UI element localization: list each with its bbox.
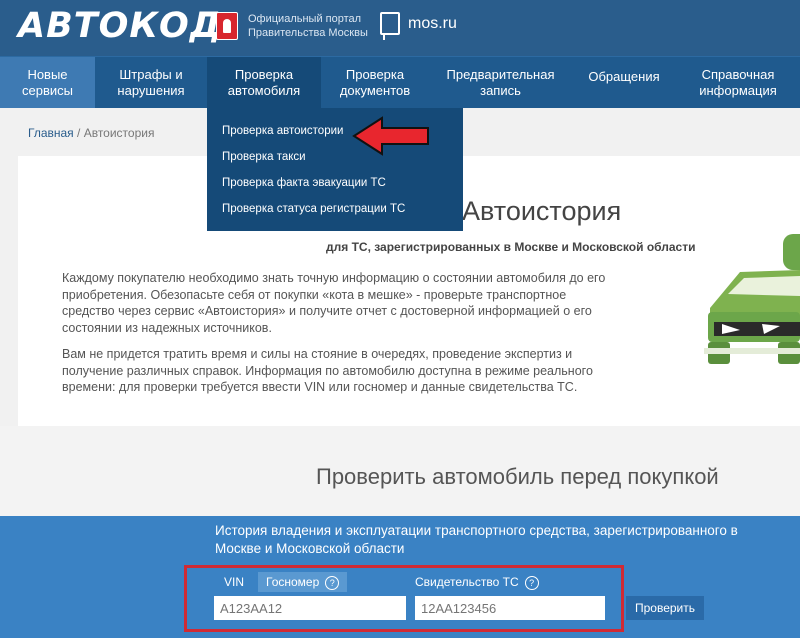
menu-item-taxi[interactable]: Проверка такси <box>222 151 306 163</box>
help-icon[interactable]: ? <box>325 575 340 590</box>
menu-item-registration-status[interactable]: Проверка статуса регистрации ТС <box>222 203 405 215</box>
nav-label: Справочная <box>701 67 775 82</box>
breadcrumb-separator: / <box>73 126 84 140</box>
mos-ru-link[interactable]: mos.ru <box>408 15 457 33</box>
check-button[interactable]: Проверить <box>626 596 704 620</box>
nav-label: Штрафы и <box>119 67 183 82</box>
intro-paragraph-1: Каждому покупателю необходимо знать точн… <box>62 271 606 335</box>
portal-line-2: Правительства Москвы <box>248 27 368 39</box>
menu-item-evacuation[interactable]: Проверка факта эвакуации ТС <box>222 177 386 189</box>
nav-label: информация <box>699 83 777 98</box>
help-icon[interactable]: ? <box>524 575 539 590</box>
car-illustration <box>704 270 800 364</box>
breadcrumb-home[interactable]: Главная <box>28 126 74 140</box>
nav-label: запись <box>480 83 521 98</box>
label-certificate: Свидетельство ТС? <box>415 572 539 592</box>
tab-gosnomer-label: Госномер <box>266 575 320 589</box>
breadcrumb-current: Автоистория <box>83 126 155 140</box>
nav-reference[interactable]: Справочная информация <box>676 57 800 109</box>
menu-item-autohistory[interactable]: Проверка автоистории <box>222 125 343 137</box>
page-margin <box>0 156 18 426</box>
certificate-input[interactable] <box>415 596 605 620</box>
nav-label: автомобиля <box>227 83 301 98</box>
nav-appointment[interactable]: Предварительная запись <box>429 57 572 109</box>
nav-label: Проверка <box>345 67 405 82</box>
main-nav: Новые сервисы Штрафы и нарушения Проверка а… <box>0 56 800 109</box>
nav-label: документов <box>339 83 411 98</box>
nav-new-services[interactable]: Новые сервисы <box>0 57 95 109</box>
nav-document-check[interactable]: Проверка документов <box>321 57 429 109</box>
nav-label: Предварительная <box>446 67 555 82</box>
avtokod-logo[interactable]: АВТОКОД <box>18 6 222 46</box>
red-arrow-icon <box>352 116 429 156</box>
nav-label: Обращения <box>588 69 660 84</box>
certificate-label: Свидетельство ТС <box>415 575 519 589</box>
moscow-crest-icon[interactable] <box>216 12 238 40</box>
nav-label: сервисы <box>22 83 73 98</box>
page-subtitle: для ТС, зарегистрированных в Москве и Мо… <box>326 240 696 254</box>
page-title: Автоистория <box>462 196 622 226</box>
check-description: История владения и эксплуатации транспор… <box>215 523 738 556</box>
tab-gosnomer[interactable]: Госномер? <box>258 572 348 592</box>
top-header: АВТОКОД Официальный портал Правительства… <box>0 0 800 56</box>
breadcrumb: Главная / Автоистория <box>28 126 154 140</box>
plate-number-input[interactable] <box>214 596 406 620</box>
nav-vehicle-check[interactable]: Проверка автомобиля <box>207 57 321 109</box>
tab-vin[interactable]: VIN <box>224 572 244 592</box>
nav-fines[interactable]: Штрафы и нарушения <box>95 57 207 109</box>
mos-ru-icon[interactable] <box>380 12 400 40</box>
nav-label: Новые <box>27 67 68 82</box>
nav-label: нарушения <box>117 83 185 98</box>
intro-paragraph-2: Вам не придется тратить время и силы на … <box>62 347 593 394</box>
nav-label: Проверка <box>234 67 294 82</box>
nav-appeals[interactable]: Обращения <box>572 57 676 109</box>
portal-line-1: Официальный портал <box>248 13 362 25</box>
official-portal-link[interactable]: Официальный портал Правительства Москвы <box>248 12 368 40</box>
check-section-title: Проверить автомобиль перед покупкой <box>316 464 719 489</box>
